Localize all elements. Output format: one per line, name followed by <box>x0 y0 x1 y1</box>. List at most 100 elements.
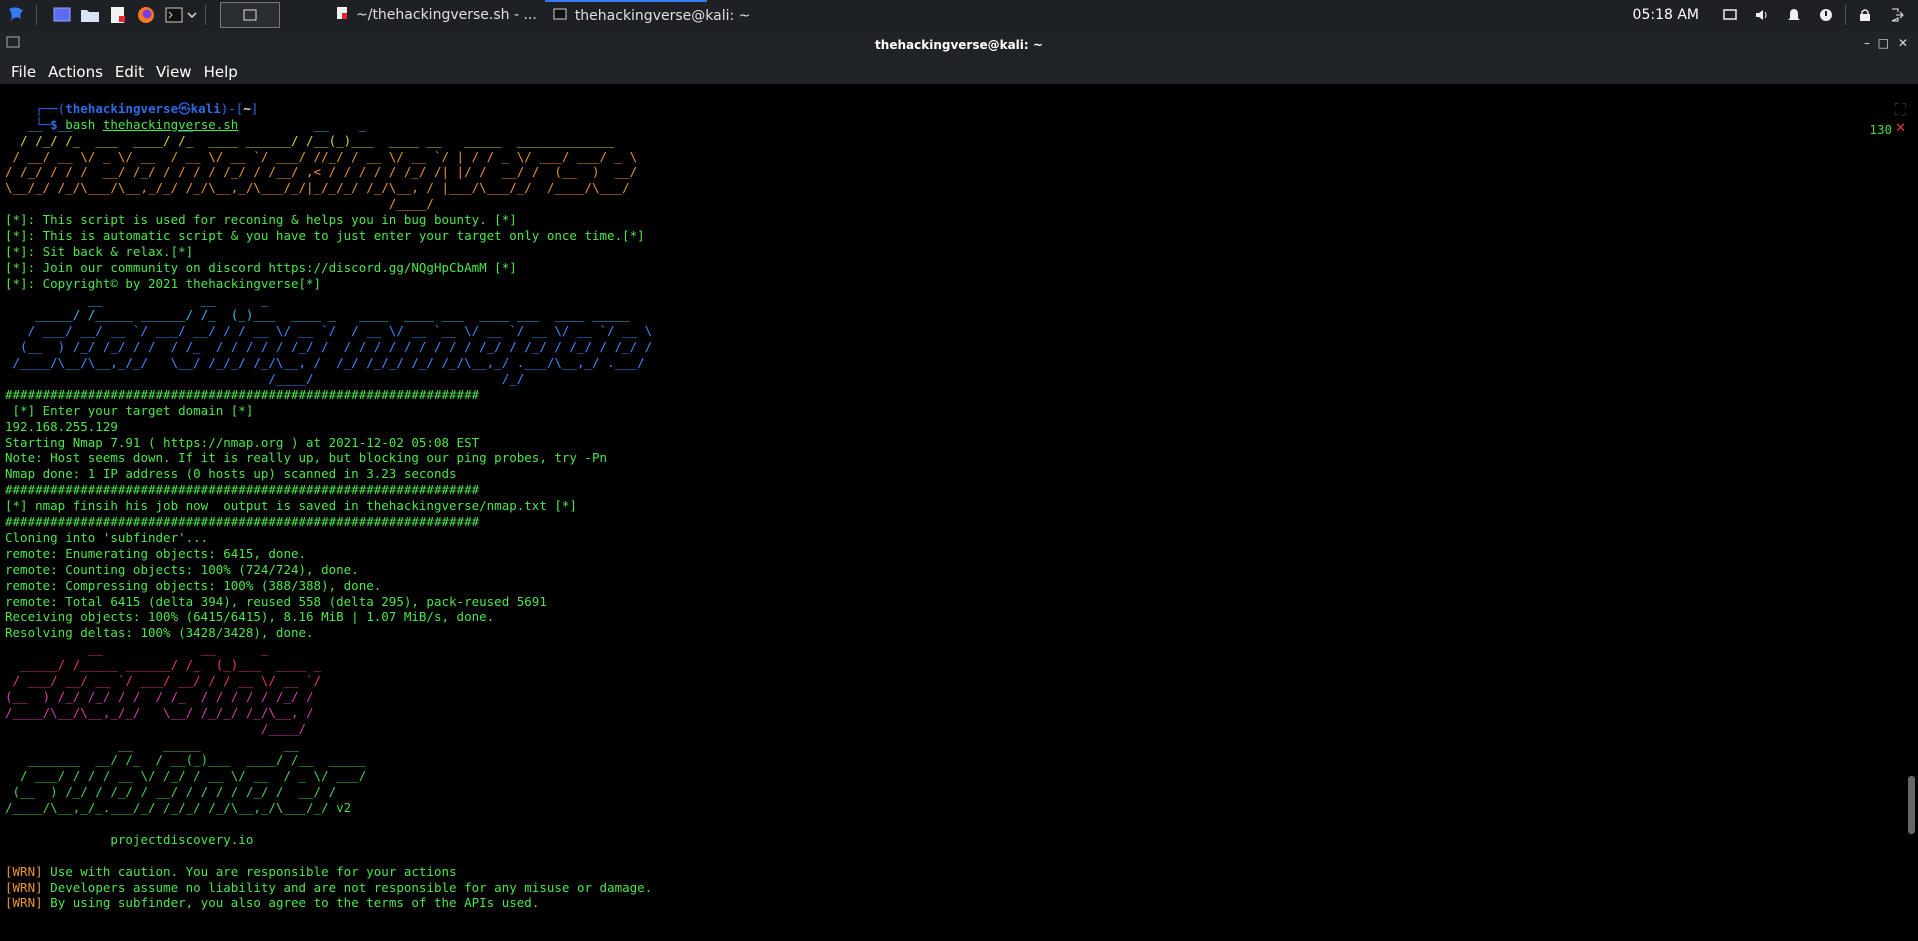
terminal-line: _______ __/ /_ / __(_)___ ____/ /__ ____… <box>5 752 367 768</box>
desktop-icon[interactable] <box>51 4 73 26</box>
display-icon[interactable] <box>1719 4 1741 26</box>
terminal-line: __ _____ __ <box>5 736 299 752</box>
terminal-line: remote: Compressing objects: 100% (388/3… <box>5 577 382 593</box>
bell-icon[interactable] <box>1783 4 1805 26</box>
terminal-line: _____/ /_____ ______/ /_ (_)___ ____ _ <box>5 657 322 673</box>
warn-text: By using subfinder, you also agree to th… <box>50 895 540 911</box>
maximize-icon[interactable]: □ <box>1878 36 1889 50</box>
prompt-host: kali <box>190 100 221 116</box>
menu-file[interactable]: File <box>11 63 36 81</box>
terminal-line: /____/\__/\__,_/_/ \__/ /_/_/ /_/\__, / <box>5 704 314 720</box>
system-tray: 05:18 AM <box>1633 4 1918 26</box>
terminal-line: / ___/ __/ __ `/ ___/ __/ / / __ \/ __ `… <box>5 672 322 688</box>
taskbar-separator <box>1845 5 1846 25</box>
prompt-dir: ~ <box>243 100 251 116</box>
menu-bar: File Actions Edit View Help <box>0 60 1918 84</box>
terminal-line: [*]: This is automatic script & you have… <box>5 228 645 244</box>
terminal-line: ########################################… <box>5 514 480 530</box>
terminal-line: remote: Enumerating objects: 6415, done. <box>5 545 307 561</box>
terminal-line: /____/\__/\__,_/_/ \__/ /_/_/ /_/\__, / … <box>5 355 645 371</box>
task-label: ~/thehackingverse.sh - ... <box>356 7 537 23</box>
terminal-line: [*] Enter your target domain [*] <box>5 402 254 418</box>
workspace-thumbnail[interactable] <box>220 2 280 28</box>
terminal-output[interactable]: ┌──(thehackingverse㉿kali)-[~] └─$ bash t… <box>0 84 1918 941</box>
terminal-line: projectdiscovery.io <box>5 831 254 847</box>
terminal-line: [*] nmap finsih his job now output is sa… <box>5 498 577 514</box>
terminal-line: / ___/ / / / __ \/ /_/ / __ \/ __ / _ \/… <box>5 768 367 784</box>
terminal-line: 192.168.255.129 <box>5 418 118 434</box>
text-editor-icon[interactable] <box>107 4 129 26</box>
window-titlebar[interactable]: thehackingverse@kali: ~ – □ ✕ <box>0 30 1918 60</box>
terminal-line: Cloning into 'subfinder'... <box>5 529 209 545</box>
lock-icon[interactable] <box>1854 4 1876 26</box>
terminal-line: /____/ <box>5 196 434 212</box>
terminal-line: / __/ __ \/ _ \/ __ / __ \/ __ `/ ___/ /… <box>5 148 638 164</box>
close-icon[interactable]: ✕ <box>1898 36 1908 50</box>
terminal-line: ########################################… <box>5 386 480 402</box>
prompt-user: thehackingverse <box>65 100 179 116</box>
task-terminal[interactable]: thehackingverse@kali: ~ <box>544 0 750 30</box>
clock[interactable]: 05:18 AM <box>1633 7 1699 23</box>
terminal-line: / ___/ __/ __ `/ ___/ __/ / / __ \/ __ `… <box>5 323 653 339</box>
terminal-line: / /_/ /_ ___ ____/ /_ ____ ______/ /__(_… <box>5 132 615 148</box>
terminal-line: \__/_/ /_/\___/\__,_/_/ /_/\__,_/\___/_/… <box>5 180 630 196</box>
window-title: thehackingverse@kali: ~ <box>875 38 1043 52</box>
menu-actions[interactable]: Actions <box>48 63 103 81</box>
firefox-icon[interactable] <box>135 4 157 26</box>
taskbar-separator <box>205 5 206 25</box>
prompt-at: ㉿ <box>178 100 191 116</box>
terminal-line: [*]: Join our community on discord https… <box>5 259 517 275</box>
taskbar: ~/thehackingverse.sh - ... thehackingver… <box>0 0 1918 30</box>
terminal-line: _____/ /_____ ______/ /_ (_)___ ____ _ _… <box>5 307 630 323</box>
prompt-line-2: └─$ bash thehackingverse.sh <box>35 116 239 132</box>
terminal-line: [*]: This script is used for reconing & … <box>5 212 517 228</box>
terminal-line: [*]: Sit back & relax.[*] <box>5 243 194 259</box>
terminal-line: [WRN] Use with caution. You are responsi… <box>0 864 1918 880</box>
terminal-line: (__ ) /_/ / /_/ / __/ / / / / /_/ / __/ … <box>5 784 337 800</box>
terminal-line: (__ ) /_/ /_/ / / / /_ / / / / / /_/ / <box>5 688 314 704</box>
minimize-icon[interactable]: – <box>1864 36 1870 50</box>
volume-icon[interactable] <box>1751 4 1773 26</box>
warn-text: Use with caution. You are responsible fo… <box>50 863 457 879</box>
kali-menu-icon[interactable] <box>6 4 28 26</box>
files-icon[interactable] <box>79 4 101 26</box>
terminal-line: ########################################… <box>5 482 480 498</box>
terminal-line: /____/ <box>5 720 307 736</box>
terminal-lines: __ __ __ __ _ / /_/ /_ ___ ____/ /_ ____… <box>0 117 1918 912</box>
terminal-line: remote: Total 6415 (delta 394), reused 5… <box>5 593 547 609</box>
scrollbar-thumb[interactable] <box>1908 776 1915 834</box>
scrollbar[interactable] <box>1904 84 1918 941</box>
warn-tag: [WRN] <box>5 879 43 895</box>
terminal-line: Resolving deltas: 100% (3428/3428), done… <box>5 625 314 641</box>
terminal-line: Note: Host seems down. If it is really u… <box>5 450 608 466</box>
menu-edit[interactable]: Edit <box>115 63 144 81</box>
logout-icon[interactable] <box>1886 4 1908 26</box>
terminal-line: Nmap done: 1 IP address (0 hosts up) sca… <box>5 466 457 482</box>
chevron-down-icon[interactable] <box>187 4 197 26</box>
prompt-line-1: ┌──(thehackingverse㉿kali)-[~] <box>35 100 259 116</box>
terminal-line: remote: Counting objects: 100% (724/724)… <box>5 561 359 577</box>
exit-code: 130 <box>1869 122 1892 137</box>
terminal-line: __ __ _ <box>5 291 269 307</box>
warn-text: Developers assume no liability and are n… <box>50 879 653 895</box>
menu-view[interactable]: View <box>156 63 192 81</box>
taskbar-separator <box>36 5 37 25</box>
task-label: thehackingverse@kali: ~ <box>574 8 751 24</box>
warn-tag: [WRN] <box>5 895 43 911</box>
power-icon[interactable] <box>1815 4 1837 26</box>
terminal-line: [WRN] Developers assume no liability and… <box>0 880 1918 896</box>
terminal-line: [*]: Copyright© by 2021 thehackingverse[… <box>5 275 322 291</box>
terminal-line: Starting Nmap 7.91 ( https://nmap.org ) … <box>5 434 480 450</box>
terminal-line: __ __ __ __ _ <box>5 116 367 132</box>
warn-tag: [WRN] <box>5 863 43 879</box>
text-editor-icon <box>336 6 348 24</box>
menu-help[interactable]: Help <box>204 63 238 81</box>
terminal-line: __ __ _ <box>5 641 269 657</box>
terminal-line: / /_/ / / / __/ /_/ / / / / /_/ / /__/ ,… <box>5 164 638 180</box>
task-editor[interactable]: ~/thehackingverse.sh - ... <box>328 0 545 30</box>
terminal-line: Receiving objects: 100% (6415/6415), 8.1… <box>5 609 495 625</box>
terminal-icon[interactable] <box>163 4 185 26</box>
terminal-line: /____/ /_/ <box>5 371 525 387</box>
